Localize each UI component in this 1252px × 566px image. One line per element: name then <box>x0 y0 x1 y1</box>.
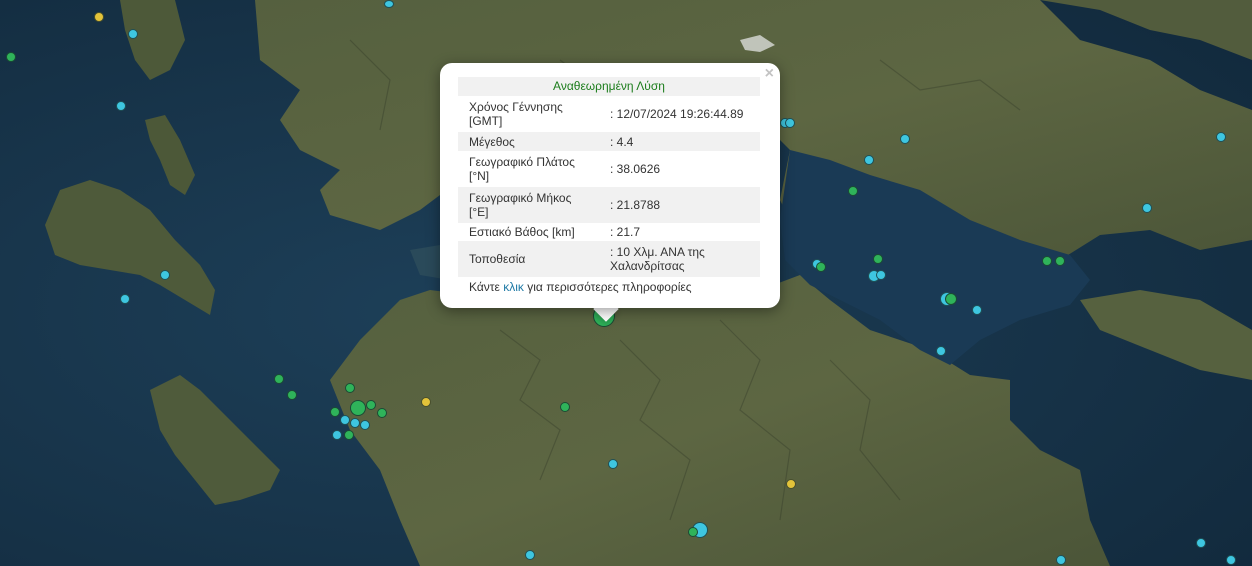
latitude-label: Γεωγραφικό Πλάτος [°N] <box>469 155 575 183</box>
row-origin-time: Χρόνος Γέννησης [GMT] : 12/07/2024 19:26… <box>458 96 760 132</box>
earthquake-popup: × Αναθεωρημένη Λύση Χρόνος Γέννησης [GMT… <box>440 63 780 308</box>
earthquake-marker[interactable] <box>688 527 698 537</box>
earthquake-marker[interactable] <box>350 418 360 428</box>
row-location: Τοποθεσία : 10 Χλμ. ΑΝΑ της Χαλανδρίτσας <box>458 241 760 277</box>
earthquake-marker[interactable] <box>274 374 284 384</box>
location-value: : 10 Χλμ. ΑΝΑ της Χαλανδρίτσας <box>589 241 760 277</box>
earthquake-marker[interactable] <box>287 390 297 400</box>
earthquake-marker[interactable] <box>525 550 535 560</box>
earthquake-marker[interactable] <box>1055 256 1065 266</box>
depth-value: : 21.7 <box>610 225 641 239</box>
earthquake-marker[interactable] <box>816 262 826 272</box>
earthquake-marker[interactable] <box>560 402 570 412</box>
earthquake-marker[interactable] <box>6 52 16 62</box>
earthquake-marker[interactable] <box>332 430 342 440</box>
earthquake-marker[interactable] <box>1216 132 1226 142</box>
earthquake-marker[interactable] <box>421 397 431 407</box>
earthquake-marker[interactable] <box>116 101 126 111</box>
earthquake-marker[interactable] <box>1226 555 1236 565</box>
more-info-suffix: για περισσότερες πληροφορίες <box>527 280 692 294</box>
earthquake-marker[interactable] <box>864 155 874 165</box>
row-latitude: Γεωγραφικό Πλάτος [°N] : 38.0626 <box>458 151 760 187</box>
info-table: Χρόνος Γέννησης [GMT] : 12/07/2024 19:26… <box>458 96 760 277</box>
earthquake-marker[interactable] <box>945 293 957 305</box>
earthquake-marker[interactable] <box>330 407 340 417</box>
popup-content: Αναθεωρημένη Λύση Χρόνος Γέννησης [GMT] … <box>458 77 760 294</box>
origin-time-value: : 12/07/2024 19:26:44.89 <box>610 107 744 121</box>
row-depth: Εστιακό Βάθος [km] : 21.7 <box>458 223 760 241</box>
magnitude-label: Μέγεθος <box>458 132 589 151</box>
more-info-link[interactable]: κλικ <box>503 280 524 294</box>
earthquake-marker[interactable] <box>936 346 946 356</box>
earthquake-marker[interactable] <box>1142 203 1152 213</box>
earthquake-marker[interactable] <box>360 420 370 430</box>
location-label: Τοποθεσία <box>458 241 589 277</box>
earthquake-marker[interactable] <box>350 400 366 416</box>
row-magnitude: Μέγεθος : 4.4 <box>458 132 760 151</box>
earthquake-marker[interactable] <box>873 254 883 264</box>
earthquake-marker[interactable] <box>120 294 130 304</box>
earthquake-marker[interactable] <box>128 29 138 39</box>
more-info-prefix: Κάντε <box>469 280 500 294</box>
earthquake-marker[interactable] <box>876 270 886 280</box>
depth-label: Εστιακό Βάθος [km] <box>469 225 575 239</box>
earthquake-marker[interactable] <box>345 383 355 393</box>
earthquake-marker[interactable] <box>377 408 387 418</box>
earthquake-marker[interactable] <box>344 430 354 440</box>
earthquake-marker[interactable] <box>1056 555 1066 565</box>
earthquake-marker[interactable] <box>340 415 350 425</box>
earthquake-marker[interactable] <box>785 118 795 128</box>
earthquake-marker[interactable] <box>1042 256 1052 266</box>
longitude-value: : 21.8788 <box>589 187 760 223</box>
more-info-line: Κάντε κλικ για περισσότερες πληροφορίες <box>458 277 760 294</box>
latitude-value: : 38.0626 <box>610 162 661 176</box>
earthquake-marker[interactable] <box>608 459 618 469</box>
earthquake-marker[interactable] <box>384 0 394 8</box>
earthquake-marker[interactable] <box>848 186 858 196</box>
earthquake-marker[interactable] <box>366 400 376 410</box>
earthquake-marker[interactable] <box>94 12 104 22</box>
earthquake-marker[interactable] <box>786 479 796 489</box>
close-icon[interactable]: × <box>765 66 774 82</box>
earthquake-marker[interactable] <box>1196 538 1206 548</box>
earthquake-marker[interactable] <box>900 134 910 144</box>
popup-title: Αναθεωρημένη Λύση <box>458 77 760 96</box>
magnitude-value: : 4.4 <box>589 132 760 151</box>
row-longitude: Γεωγραφικό Μήκος [°E] : 21.8788 <box>458 187 760 223</box>
origin-time-label: Χρόνος Γέννησης [GMT] <box>469 100 563 128</box>
longitude-label: Γεωγραφικό Μήκος [°E] <box>458 187 589 223</box>
earthquake-marker[interactable] <box>160 270 170 280</box>
earthquake-marker[interactable] <box>972 305 982 315</box>
